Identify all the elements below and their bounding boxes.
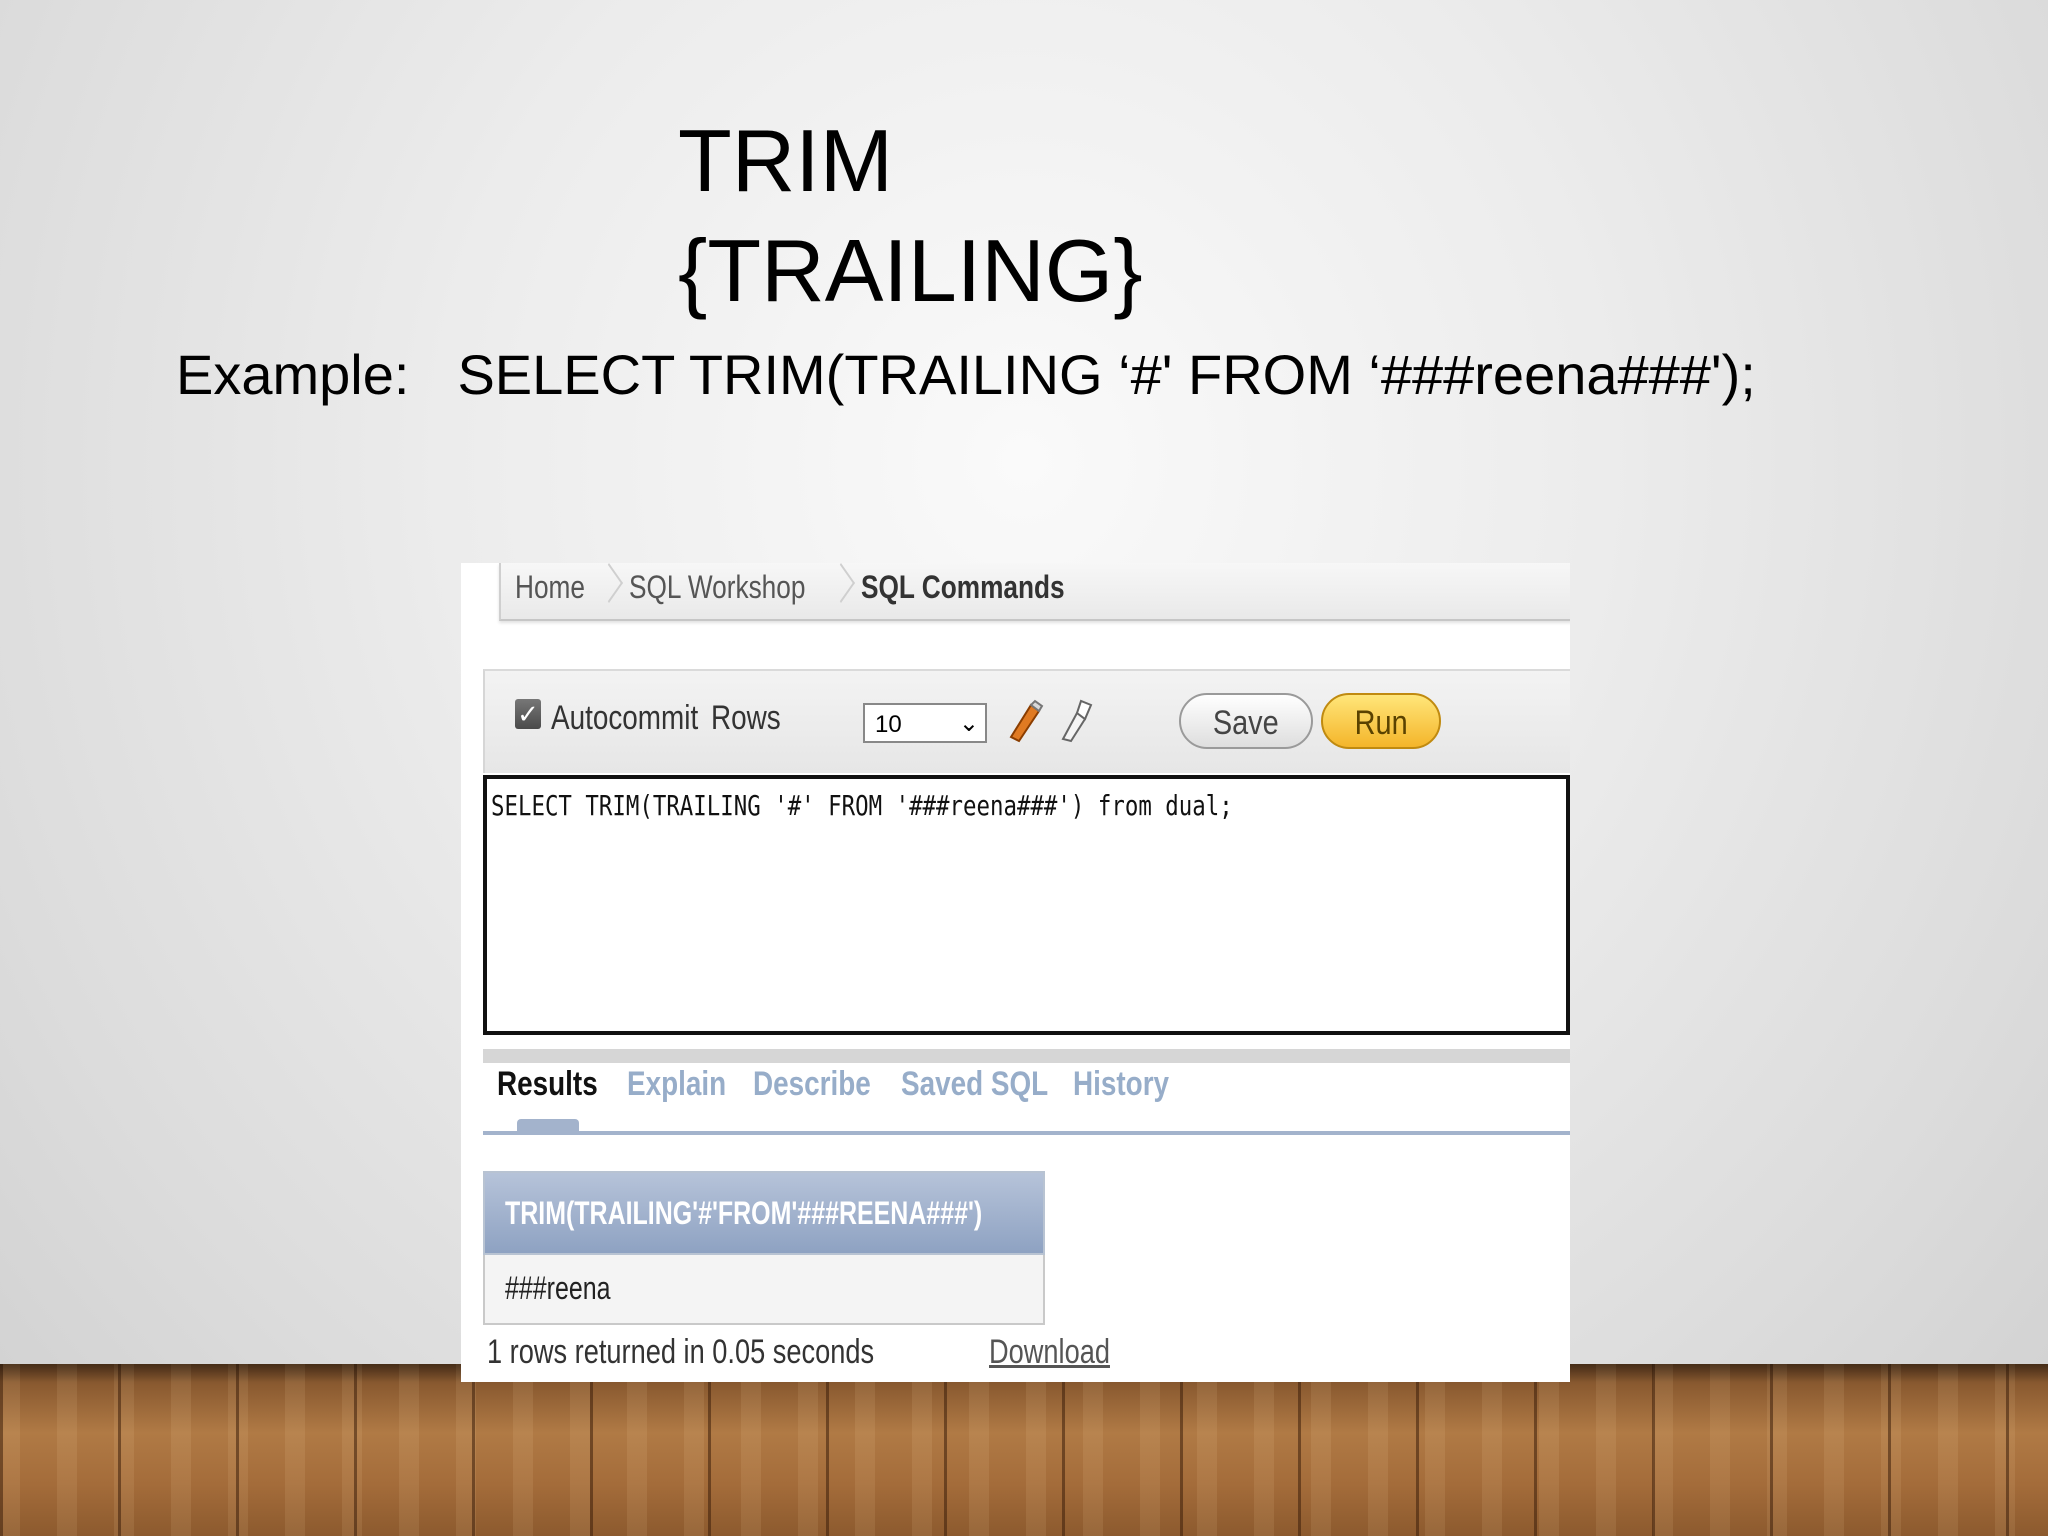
breadcrumb-sql-commands: SQL Commands bbox=[861, 569, 1065, 605]
tab-history[interactable]: History bbox=[1073, 1065, 1169, 1104]
slide-title: TRIM {TRAILING} bbox=[678, 106, 1143, 326]
command-toolbar: ✓ Autocommit Rows 10 ⌄ Save Run bbox=[483, 669, 1570, 773]
breadcrumb-separator bbox=[829, 563, 843, 613]
slide-title-line1: TRIM bbox=[678, 111, 894, 210]
run-button-label: Run bbox=[1354, 704, 1408, 742]
breadcrumb-sql-workshop[interactable]: SQL Workshop bbox=[629, 569, 805, 606]
rows-select[interactable]: 10 ⌄ bbox=[863, 703, 987, 743]
eraser-icon[interactable] bbox=[1005, 699, 1045, 753]
run-button[interactable]: Run bbox=[1321, 693, 1441, 749]
example-sql: SELECT TRIM(TRAILING ‘#' FROM ‘###reena#… bbox=[457, 343, 1756, 406]
results-table: TRIM(TRAILING'#'FROM'###REENA###') ###re… bbox=[483, 1171, 1045, 1325]
autocommit-label: Autocommit bbox=[551, 699, 699, 737]
tab-underline bbox=[483, 1131, 1570, 1135]
slide-title-line2: {TRAILING} bbox=[678, 221, 1143, 320]
download-link[interactable]: Download bbox=[989, 1333, 1110, 1372]
sql-commands-screenshot: Home SQL Workshop SQL Commands ✓ Autocom… bbox=[461, 563, 1570, 1382]
autocommit-checkbox[interactable]: ✓ bbox=[515, 699, 541, 729]
results-status: 1 rows returned in 0.05 seconds bbox=[487, 1333, 875, 1371]
wooden-floor-background bbox=[0, 1364, 2048, 1536]
table-row: ###reena bbox=[483, 1255, 1045, 1325]
breadcrumb: Home SQL Workshop SQL Commands bbox=[499, 563, 1570, 621]
chevron-down-icon: ⌄ bbox=[958, 710, 979, 737]
breadcrumb-home[interactable]: Home bbox=[515, 569, 585, 606]
sql-editor[interactable]: SELECT TRIM(TRAILING '#' FROM '###reena#… bbox=[483, 775, 1570, 1035]
save-button-label: Save bbox=[1213, 704, 1279, 742]
tab-describe[interactable]: Describe bbox=[753, 1065, 871, 1104]
rows-select-value: 10 bbox=[875, 711, 902, 738]
rows-label: Rows bbox=[711, 699, 781, 737]
example-label: Example: bbox=[176, 343, 410, 406]
save-button[interactable]: Save bbox=[1179, 693, 1313, 749]
active-tab-indicator bbox=[517, 1119, 579, 1131]
results-column-header: TRIM(TRAILING'#'FROM'###REENA###') bbox=[483, 1171, 1045, 1255]
example-line: Example: SELECT TRIM(TRAILING ‘#' FROM ‘#… bbox=[176, 342, 1756, 407]
tabs-divider bbox=[483, 1049, 1570, 1063]
sql-editor-code: SELECT TRIM(TRAILING '#' FROM '###reena#… bbox=[491, 789, 1233, 822]
tab-explain[interactable]: Explain bbox=[627, 1065, 726, 1104]
tab-saved-sql[interactable]: Saved SQL bbox=[901, 1065, 1048, 1104]
breadcrumb-separator bbox=[597, 563, 611, 613]
flashlight-icon[interactable] bbox=[1055, 699, 1095, 753]
tab-results[interactable]: Results bbox=[497, 1065, 598, 1104]
